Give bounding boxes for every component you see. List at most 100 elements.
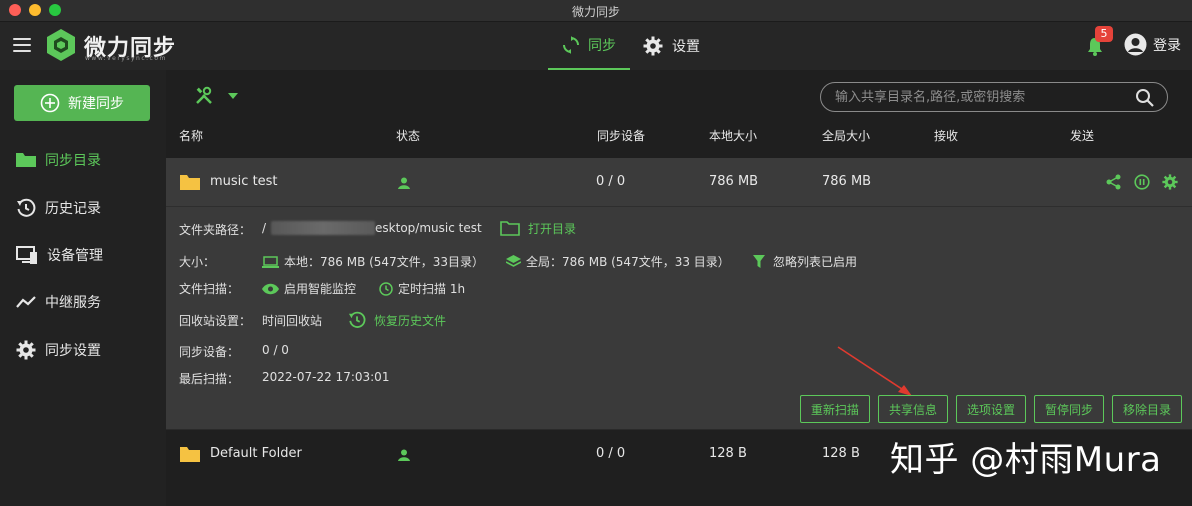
global-size-text: 全局：786 MB (547文件，33 目录） xyxy=(526,255,730,269)
login-button[interactable]: 登录 xyxy=(1124,33,1181,56)
sidebar-item-devices[interactable]: 设备管理 xyxy=(16,243,103,267)
folder-detail-panel: 文件夹路径： / esktop/music test 打开目录 大小： 本地：7… xyxy=(166,206,1192,430)
filter-icon xyxy=(753,255,765,268)
sidebar-item-history[interactable]: 历史记录 xyxy=(16,196,101,220)
window-titlebar: 微力同步 xyxy=(0,0,1192,22)
share-icon[interactable] xyxy=(1106,174,1122,190)
restore-history-link[interactable]: 恢复历史文件 xyxy=(348,311,446,329)
pause-sync-button[interactable]: 暂停同步 xyxy=(1033,395,1104,423)
tab-settings-label: 设置 xyxy=(672,39,700,55)
local-size-text: 本地：786 MB (547文件，33目录） xyxy=(284,255,484,269)
new-sync-button[interactable]: 新建同步 xyxy=(14,85,150,121)
notification-badge: 5 xyxy=(1095,26,1113,42)
sync-devices-label: 同步设备： xyxy=(179,345,240,359)
options-button[interactable]: 选项设置 xyxy=(955,395,1026,423)
eye-icon xyxy=(262,283,279,294)
share-info-button[interactable]: 共享信息 xyxy=(877,395,948,423)
ignore-list-status: 忽略列表已启用 xyxy=(753,253,857,270)
local-size-value: 786 MB xyxy=(709,174,759,189)
folder-open-icon xyxy=(500,221,520,236)
redacted-path xyxy=(271,221,376,235)
plus-circle-icon xyxy=(40,93,60,113)
row-actions xyxy=(1106,174,1178,190)
column-header-receive[interactable]: 接收 xyxy=(934,127,958,144)
open-directory-label: 打开目录 xyxy=(528,222,577,236)
window-title: 微力同步 xyxy=(571,5,620,19)
pause-icon[interactable] xyxy=(1134,174,1150,190)
table-row[interactable]: music test 0 / 0 786 MB 786 MB xyxy=(166,158,1192,206)
brand-url: www.verysync.com xyxy=(85,55,167,62)
column-header-name[interactable]: 名称 xyxy=(179,127,203,144)
sidebar: 新建同步 同步目录 历史记录 设备管理 中继服务 同步设置 xyxy=(0,70,166,506)
scan-label: 文件扫描： xyxy=(179,282,240,296)
last-scan-label: 最后扫描： xyxy=(179,372,240,386)
sidebar-item-label: 设备管理 xyxy=(47,248,103,264)
sync-devices-value: 0 / 0 xyxy=(596,174,626,189)
size-label: 大小： xyxy=(179,255,216,269)
sidebar-item-sync-settings[interactable]: 同步设置 xyxy=(16,338,101,362)
last-scan-value: 2022-07-22 17:03:01 xyxy=(262,370,390,384)
tab-settings[interactable]: 设置 xyxy=(643,22,700,70)
clock-icon xyxy=(379,281,393,296)
chevron-down-icon xyxy=(228,93,238,99)
sidebar-item-relay[interactable]: 中继服务 xyxy=(16,290,101,314)
folder-icon xyxy=(180,447,200,462)
ignore-list-text: 忽略列表已启用 xyxy=(773,255,858,269)
gear-icon xyxy=(16,340,36,360)
new-sync-label: 新建同步 xyxy=(68,96,124,112)
open-directory-link[interactable]: 打开目录 xyxy=(500,220,576,237)
global-size-value: 786 MB xyxy=(822,174,872,189)
column-header-devices[interactable]: 同步设备 xyxy=(597,127,645,144)
sidebar-item-label: 同步设置 xyxy=(45,343,101,359)
local-size-value: 128 B xyxy=(709,446,747,461)
sidebar-item-label: 中继服务 xyxy=(45,295,101,311)
app-logo-icon xyxy=(47,29,75,61)
column-header-status[interactable]: 状态 xyxy=(396,127,420,144)
path-suffix: esktop/music test xyxy=(375,221,482,235)
global-size-detail: 全局：786 MB (547文件，33 目录） xyxy=(506,253,730,270)
history-icon xyxy=(348,311,366,328)
column-header-local-size[interactable]: 本地大小 xyxy=(709,127,757,144)
sidebar-item-sync-folders[interactable]: 同步目录 xyxy=(16,148,101,172)
folder-action-buttons: 重新扫描 共享信息 选项设置 暂停同步 移除目录 xyxy=(799,395,1182,423)
sidebar-item-label: 历史记录 xyxy=(45,201,101,217)
smart-monitor-status: 启用智能监控 xyxy=(262,280,356,297)
device-icon xyxy=(16,246,37,264)
tab-sync[interactable]: 同步 xyxy=(548,22,630,70)
timed-scan-text: 定时扫描 1h xyxy=(398,282,466,296)
search-icon[interactable] xyxy=(1135,88,1155,108)
annotation-arrow xyxy=(837,346,912,396)
user-status-icon xyxy=(398,449,410,461)
sync-icon xyxy=(563,36,579,54)
sync-devices-value: 0 / 0 xyxy=(596,446,626,461)
sync-devices-detail: 0 / 0 xyxy=(262,343,289,357)
recycle-value: 时间回收站 xyxy=(262,314,323,328)
watermark: 知乎 @村雨Mura xyxy=(890,440,1162,480)
folder-name: music test xyxy=(210,174,278,189)
column-header-global-size[interactable]: 全局大小 xyxy=(822,127,870,144)
path-prefix: / xyxy=(262,221,267,235)
global-size-value: 128 B xyxy=(822,446,860,461)
rescan-button[interactable]: 重新扫描 xyxy=(799,395,870,423)
tools-menu[interactable] xyxy=(194,86,238,106)
local-size-detail: 本地：786 MB (547文件，33目录） xyxy=(262,253,484,270)
tab-sync-label: 同步 xyxy=(588,38,616,54)
column-header-send[interactable]: 发送 xyxy=(1070,127,1094,144)
laptop-icon xyxy=(262,255,279,268)
sidebar-item-label: 同步目录 xyxy=(45,153,101,169)
tools-icon xyxy=(196,86,212,104)
restore-history-label: 恢复历史文件 xyxy=(374,313,447,328)
history-icon xyxy=(17,198,36,217)
folder-name: Default Folder xyxy=(210,446,302,461)
search-input[interactable] xyxy=(835,88,1135,106)
path-label: 文件夹路径： xyxy=(179,223,252,237)
gear-icon[interactable] xyxy=(1162,174,1178,190)
folder-icon xyxy=(180,175,200,190)
user-status-icon xyxy=(398,177,410,189)
layers-icon xyxy=(506,254,521,267)
remove-folder-button[interactable]: 移除目录 xyxy=(1111,395,1182,423)
gear-icon xyxy=(643,36,663,56)
user-avatar-icon xyxy=(1124,33,1147,56)
menu-icon[interactable] xyxy=(13,38,31,52)
search-box[interactable] xyxy=(820,82,1168,112)
